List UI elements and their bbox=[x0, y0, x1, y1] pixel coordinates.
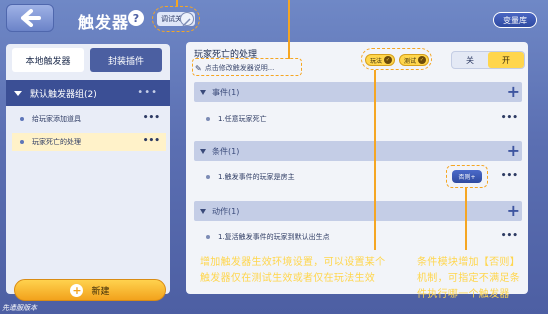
add-event-icon[interactable]: + bbox=[507, 83, 520, 101]
page-title: 触发器 bbox=[78, 13, 130, 32]
description-placeholder: 点击修改触发器说明... bbox=[204, 64, 275, 72]
bullet-icon bbox=[206, 235, 210, 239]
debug-off-icon[interactable] bbox=[180, 12, 194, 27]
annotation-else-line1: 条件模块增加【否则】 bbox=[417, 257, 520, 268]
variable-library-button[interactable]: 变量库 bbox=[493, 12, 537, 28]
leader-line bbox=[176, 0, 178, 7]
env-test-checkbox[interactable]: 测试 ✓ bbox=[399, 54, 429, 66]
action-label: 1.复活触发事件的玩家到默认出生点 bbox=[218, 233, 330, 241]
section-title: 条件(1) bbox=[212, 146, 240, 156]
section-title: 事件(1) bbox=[212, 87, 240, 97]
new-trigger-button[interactable]: + 新建 bbox=[14, 279, 166, 301]
section-actions[interactable]: 动作(1) + bbox=[194, 201, 522, 221]
check-icon: ✓ bbox=[418, 56, 426, 64]
plus-icon: + bbox=[70, 283, 84, 297]
prohibited-icon bbox=[182, 18, 191, 27]
collapse-triangle-icon bbox=[200, 89, 206, 95]
action-item[interactable]: 1.复活触发事件的玩家到默认出生点 ••• bbox=[198, 228, 522, 246]
bullet-icon bbox=[206, 117, 210, 121]
bullet-icon bbox=[206, 175, 210, 179]
trigger-group-label: 默认触发器组(2) bbox=[30, 89, 97, 100]
env-play-checkbox[interactable]: 玩法 ✓ bbox=[365, 54, 395, 66]
env-play-label: 玩法 bbox=[370, 57, 383, 65]
trigger-more-icon[interactable]: ••• bbox=[143, 136, 160, 146]
add-action-icon[interactable]: + bbox=[507, 202, 520, 220]
section-events[interactable]: 事件(1) + bbox=[194, 82, 522, 102]
else-button[interactable]: 否则+ bbox=[452, 170, 482, 183]
trigger-item-selected[interactable]: 玩家死亡的处理 ••• bbox=[12, 133, 166, 151]
env-test-label: 测试 bbox=[404, 57, 417, 65]
event-label: 1.任意玩家死亡 bbox=[218, 115, 267, 123]
section-conditions[interactable]: 条件(1) + bbox=[194, 141, 522, 161]
bullet-icon bbox=[20, 140, 24, 144]
condition-label: 1.触发事件的玩家是房主 bbox=[218, 173, 295, 181]
back-button[interactable] bbox=[6, 4, 54, 32]
check-icon: ✓ bbox=[384, 56, 392, 64]
enable-toggle[interactable]: 关 开 bbox=[451, 51, 525, 69]
trigger-more-icon[interactable]: ••• bbox=[143, 113, 160, 123]
annotation-env-line2: 触发器仅在测试生效或者仅在玩法生效 bbox=[200, 273, 376, 284]
leader-line bbox=[465, 188, 467, 250]
tab-local-triggers[interactable]: 本地触发器 bbox=[12, 48, 84, 72]
tab-packaged-plugins[interactable]: 封装插件 bbox=[90, 48, 162, 72]
add-condition-icon[interactable]: + bbox=[507, 142, 520, 160]
leader-line bbox=[288, 0, 290, 59]
event-more-icon[interactable]: ••• bbox=[501, 113, 518, 123]
annotation-else-line3: 件执行哪一个触发器 bbox=[417, 289, 510, 300]
toggle-on[interactable]: 开 bbox=[488, 52, 524, 68]
description-input[interactable]: ✎ 点击修改触发器说明... bbox=[193, 61, 299, 75]
back-arrow-icon bbox=[21, 9, 41, 27]
condition-more-icon[interactable]: ••• bbox=[501, 171, 518, 181]
trigger-item-label: 给玩家添加道具 bbox=[32, 115, 81, 123]
collapse-triangle-icon bbox=[14, 90, 22, 96]
collapse-triangle-icon bbox=[200, 148, 206, 154]
version-label: 先遣服版本 bbox=[2, 304, 37, 312]
toggle-off[interactable]: 关 bbox=[452, 52, 488, 68]
trigger-group-default[interactable]: 默认触发器组(2) ••• bbox=[6, 80, 170, 106]
annotation-else-line2: 机制，可指定不满足条 bbox=[417, 273, 520, 284]
leader-line bbox=[374, 70, 376, 250]
trigger-item[interactable]: 给玩家添加道具 ••• bbox=[12, 110, 166, 128]
group-more-icon[interactable]: ••• bbox=[137, 87, 158, 98]
action-more-icon[interactable]: ••• bbox=[501, 231, 518, 241]
section-title: 动作(1) bbox=[212, 206, 240, 216]
annotation-env-line1: 增加触发器生效环境设置，可以设置某个 bbox=[200, 257, 386, 268]
trigger-item-label: 玩家死亡的处理 bbox=[32, 138, 81, 146]
new-button-label: 新建 bbox=[91, 286, 110, 297]
event-item[interactable]: 1.任意玩家死亡 ••• bbox=[198, 110, 522, 128]
help-icon[interactable]: ? bbox=[128, 10, 144, 26]
bullet-icon bbox=[20, 117, 24, 121]
pencil-icon: ✎ bbox=[195, 63, 202, 73]
collapse-triangle-icon bbox=[200, 208, 206, 214]
